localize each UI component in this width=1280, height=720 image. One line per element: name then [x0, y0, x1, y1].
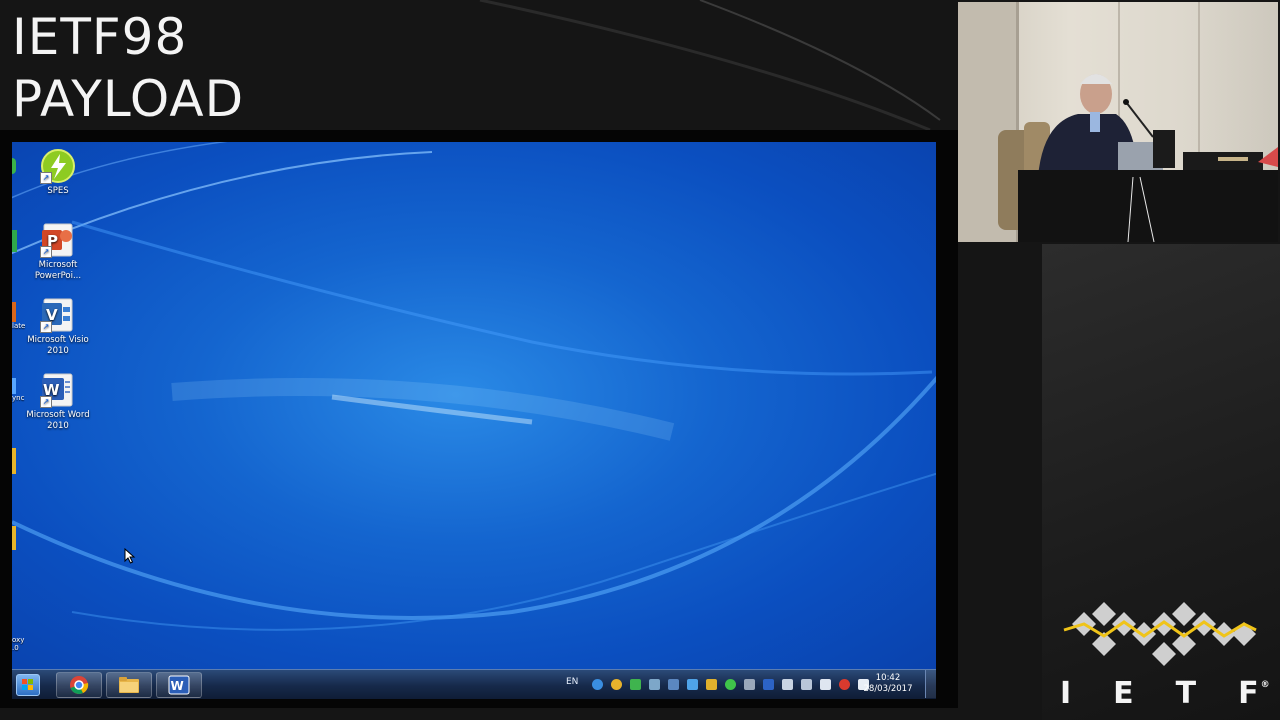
start-button[interactable] — [16, 674, 40, 696]
desktop-icon-word[interactable]: W ↗ Microsoft Word 2010 — [23, 372, 93, 431]
clipped-icon-5[interactable] — [12, 448, 16, 474]
taskbar-chrome-button[interactable] — [56, 672, 102, 698]
ietf-trademark: ® — [1260, 680, 1270, 690]
tray-device-icon[interactable] — [782, 679, 793, 690]
windows-desktop[interactable]: late ync oxy .0 ↗ SPES P ↗ Microsoft Pow… — [12, 142, 936, 669]
taskbar-word-button[interactable]: W — [156, 672, 202, 698]
taskbar-explorer-button[interactable] — [106, 672, 152, 698]
ietf-logo-icon — [1063, 602, 1257, 666]
desktop-icon-powerpoint-label: Microsoft PowerPoi... — [34, 260, 82, 281]
clipped-label-oxy: oxy — [12, 636, 25, 644]
slide-title-line-2: PAYLOAD — [12, 70, 245, 128]
taskbar: W EN 10:42 28/03/2017 — [12, 669, 936, 699]
tray-window-icon[interactable] — [668, 679, 679, 690]
tray-battery-icon[interactable] — [801, 679, 812, 690]
desktop-icon-spes-label: SPES — [47, 186, 69, 196]
presenter-scene — [958, 2, 1278, 242]
clipped-icon-1[interactable] — [12, 158, 16, 174]
chrome-icon — [70, 676, 89, 694]
ietf-wordmark: IETF® — [1060, 676, 1270, 711]
taskbar-clock[interactable]: 10:42 28/03/2017 — [858, 673, 918, 695]
tray-wifi-icon[interactable] — [725, 679, 736, 690]
presenter-camera-feed — [958, 2, 1278, 242]
tray-chrome-icon[interactable] — [611, 679, 622, 690]
powerpoint-icon: P ↗ — [40, 222, 76, 258]
desktop-icon-visio-label: Microsoft Visio 2010 — [27, 335, 89, 356]
tray-bluetooth-icon[interactable] — [763, 679, 774, 690]
tray-sync-icon[interactable] — [744, 679, 755, 690]
clipped-icon-6[interactable] — [12, 526, 16, 550]
tray-volume-muted-icon[interactable] — [839, 679, 850, 690]
tray-display-icon[interactable] — [649, 679, 660, 690]
slide-title-line-1: IETF98 — [12, 8, 188, 66]
desktop-icon-powerpoint[interactable]: P ↗ Microsoft PowerPoi... — [23, 222, 93, 281]
mouse-cursor-icon — [124, 548, 136, 564]
word-icon: W ↗ — [40, 372, 76, 408]
tray-network-icon[interactable] — [592, 679, 603, 690]
slide-title: IETF98 PAYLOAD — [12, 6, 244, 130]
visio-icon: V ↗ — [40, 297, 76, 333]
word-icon: W — [168, 675, 190, 695]
desktop-icon-visio[interactable]: V ↗ Microsoft Visio 2010 — [23, 297, 93, 356]
tray-signal-icon[interactable] — [820, 679, 831, 690]
clipped-icon-2[interactable] — [12, 230, 17, 252]
clipped-label-0: .0 — [12, 644, 19, 652]
desktop-wallpaper — [12, 142, 936, 631]
show-desktop-button[interactable] — [925, 670, 936, 698]
clock-date: 28/03/2017 — [863, 684, 913, 694]
desktop-icon-word-label: Microsoft Word 2010 — [26, 410, 90, 431]
ietf-wordmark-text: IETF — [1060, 676, 1280, 711]
clock-time: 10:42 — [875, 673, 901, 683]
spes-icon: ↗ — [40, 148, 76, 184]
tray-settings-icon[interactable] — [687, 679, 698, 690]
folder-icon — [119, 677, 139, 693]
clipped-icon-7[interactable]: oxy .0 — [12, 636, 24, 652]
svg-text:W: W — [171, 679, 184, 693]
language-indicator[interactable]: EN — [566, 677, 578, 687]
tray-shield-icon[interactable] — [706, 679, 717, 690]
desktop-icon-spes[interactable]: ↗ SPES — [23, 148, 93, 197]
tray-app-icon[interactable] — [630, 679, 641, 690]
windows-logo-icon — [22, 679, 33, 690]
